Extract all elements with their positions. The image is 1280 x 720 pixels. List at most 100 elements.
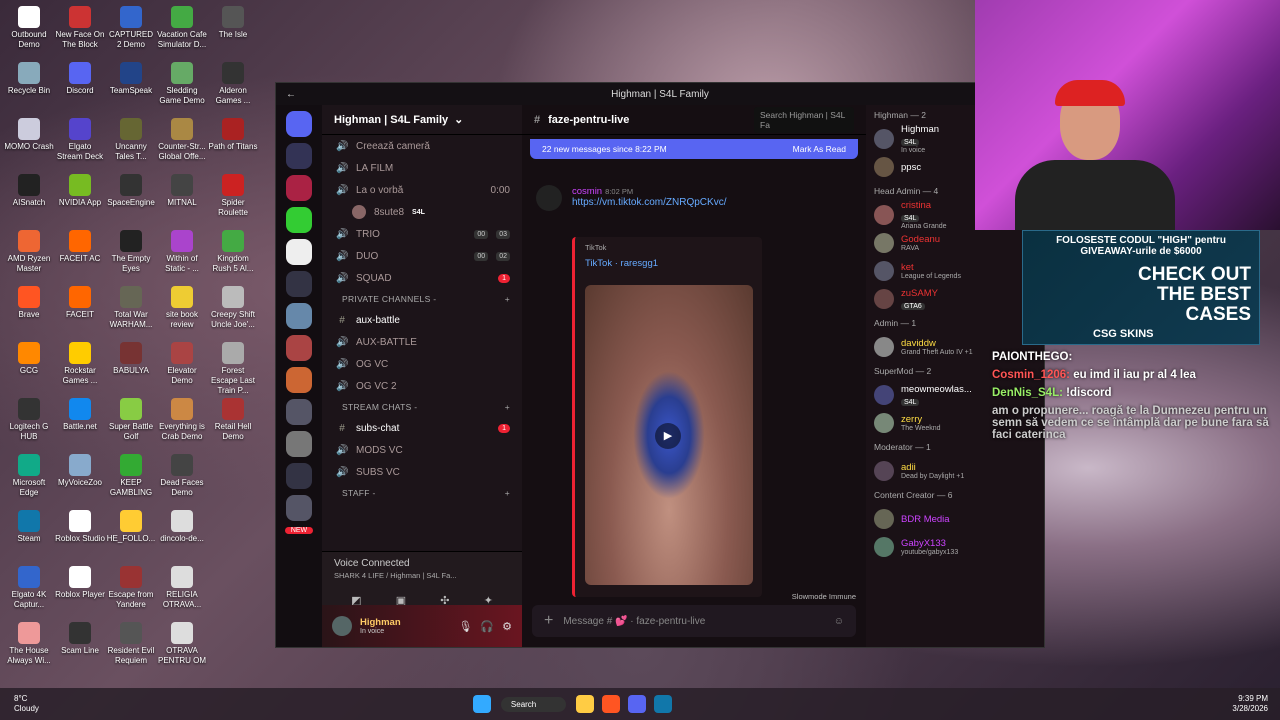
desktop-icon[interactable]: site book review: [157, 286, 207, 330]
server-icon[interactable]: [286, 239, 312, 265]
desktop-icon[interactable]: KEEP GAMBLING: [106, 454, 156, 498]
desktop-icon[interactable]: Rockstar Games ...: [55, 342, 105, 386]
member-item[interactable]: GabyX133 youtube/gabyx133: [866, 533, 1044, 561]
new-badge[interactable]: NEW: [285, 527, 313, 534]
avatar[interactable]: [536, 185, 562, 211]
steam-icon[interactable]: [654, 695, 673, 713]
desktop-icon[interactable]: Everything is Crab Demo: [157, 398, 207, 442]
desktop-icon[interactable]: New Face On The Block: [55, 6, 105, 50]
server-icon[interactable]: [286, 271, 312, 297]
server-icon[interactable]: [286, 143, 312, 169]
server-icon[interactable]: [286, 431, 312, 457]
desktop-icon[interactable]: Uncanny Tales T...: [106, 118, 156, 162]
desktop-icon[interactable]: Discord: [55, 62, 105, 96]
desktop-icon[interactable]: The Isle: [208, 6, 258, 40]
desktop-icon[interactable]: Steam: [4, 510, 54, 544]
desktop-icon[interactable]: Elevator Demo: [157, 342, 207, 386]
channel-item[interactable]: 🔊 SUBS VC: [322, 461, 522, 483]
desktop-icon[interactable]: Brave: [4, 286, 54, 320]
desktop-icon[interactable]: MOMO Crash: [4, 118, 54, 152]
server-icon[interactable]: [286, 399, 312, 425]
message-link[interactable]: https://vm.tiktok.com/ZNRQpCKvc/: [572, 197, 726, 208]
desktop-icon[interactable]: Counter-Str... Global Offe...: [157, 118, 207, 162]
message-author[interactable]: cosmin: [572, 186, 602, 197]
desktop-icon[interactable]: AISnatch: [4, 174, 54, 208]
brave-icon[interactable]: [602, 695, 621, 713]
channel-item[interactable]: # subs-chat 1: [322, 417, 522, 439]
desktop-icon[interactable]: NVIDIA App: [55, 174, 105, 208]
desktop-icon[interactable]: Sledding Game Demo: [157, 62, 207, 106]
desktop-icon[interactable]: Alderon Games ...: [208, 62, 258, 106]
desktop-icon[interactable]: Outbound Demo: [4, 6, 54, 50]
channel-item[interactable]: 🔊 TRIO 00 03: [322, 223, 522, 245]
desktop-icon[interactable]: CAPTURED 2 Demo: [106, 6, 156, 50]
category-header[interactable]: STAFF - +: [322, 483, 522, 503]
desktop-icon[interactable]: FACEIT AC: [55, 230, 105, 264]
play-icon[interactable]: ▶: [655, 423, 681, 449]
server-icon[interactable]: [286, 303, 312, 329]
desktop-icon[interactable]: Retail Hell Demo: [208, 398, 258, 442]
taskbar-search[interactable]: Search: [500, 696, 567, 712]
desktop-icon[interactable]: Super Battle Golf: [106, 398, 156, 442]
channel-item[interactable]: 🔊 La o vorbă 0:00: [322, 179, 522, 201]
desktop-icon[interactable]: FACEIT: [55, 286, 105, 320]
server-icon[interactable]: [286, 367, 312, 393]
channel-item[interactable]: 🔊 MODS VC: [322, 439, 522, 461]
category-header[interactable]: STREAM CHATS - +: [322, 397, 522, 417]
desktop-icon[interactable]: HE_FOLLO...: [106, 510, 156, 544]
server-header[interactable]: Highman | S4L Family ⌄: [322, 105, 522, 135]
member-item[interactable]: BDR Media: [866, 505, 1044, 533]
channel-item[interactable]: 🔊 SQUAD 1: [322, 267, 522, 289]
message-composer[interactable]: + Message # 💕 · faze-pentru-live ☺: [532, 605, 856, 637]
video-thumbnail[interactable]: ▶: [585, 285, 753, 585]
member-item[interactable]: Godeanu RAVA: [866, 229, 1044, 257]
start-icon[interactable]: [472, 695, 491, 713]
desktop-icon[interactable]: AMD Ryzen Master: [4, 230, 54, 274]
desktop-icon[interactable]: OTRAVA PENTRU OM: [157, 622, 207, 666]
member-item[interactable]: adii Dead by Daylight +1: [866, 457, 1044, 485]
desktop-icon[interactable]: Vacation Cafe Simulator D...: [157, 6, 207, 50]
desktop-icon[interactable]: Battle.net: [55, 398, 105, 432]
category-header[interactable]: PRIVATE CHANNELS - +: [322, 289, 522, 309]
explorer-icon[interactable]: [576, 695, 595, 713]
desktop-icon[interactable]: Resident Evil Requiem: [106, 622, 156, 666]
discord-icon[interactable]: [628, 695, 647, 713]
message-input[interactable]: Message # 💕 · faze-pentru-live: [563, 616, 705, 627]
desktop-icon[interactable]: RELIGIA OTRAVA...: [157, 566, 207, 610]
desktop-icon[interactable]: Path of Titans: [208, 118, 258, 152]
channel-item[interactable]: 🔊 AUX-BATTLE: [322, 331, 522, 353]
add-channel-icon[interactable]: +: [505, 294, 510, 304]
desktop-icon[interactable]: MyVoiceZoo: [55, 454, 105, 488]
member-item[interactable]: zuSAMY GTA6: [866, 285, 1044, 313]
search-input[interactable]: Search Highman | S4L Fa: [754, 106, 854, 133]
desktop-icon[interactable]: Roblox Player: [55, 566, 105, 600]
embed-title[interactable]: TikTok · raresgg1: [585, 258, 752, 269]
channel-item[interactable]: 🔊 LA FILM: [322, 157, 522, 179]
server-icon[interactable]: [286, 335, 312, 361]
desktop-icon[interactable]: MITNAL: [157, 174, 207, 208]
server-icon[interactable]: [286, 495, 312, 521]
desktop-icon[interactable]: Within of Static - ...: [157, 230, 207, 274]
desktop-icon[interactable]: BABULYA: [106, 342, 156, 376]
emoji-icon[interactable]: ☺: [834, 616, 844, 627]
desktop-icon[interactable]: Kingdom Rush 5 Al...: [208, 230, 258, 274]
desktop-icon[interactable]: Forest Escape Last Train P...: [208, 342, 258, 396]
desktop-icon[interactable]: Escape from Yandere: [106, 566, 156, 610]
channel-item[interactable]: 🔊 OG VC: [322, 353, 522, 375]
desktop-icon[interactable]: Roblox Studio: [55, 510, 105, 544]
desktop-icon[interactable]: Spider Roulette: [208, 174, 258, 218]
desktop-icon[interactable]: Total War WARHAM...: [106, 286, 156, 330]
desktop-icon[interactable]: Recycle Bin: [4, 62, 54, 96]
server-icon[interactable]: [286, 463, 312, 489]
desktop-icon[interactable]: Logitech G HUB: [4, 398, 54, 442]
headphones-icon[interactable]: 🎧: [480, 620, 494, 633]
channel-item[interactable]: 🔊 DUO 00 02: [322, 245, 522, 267]
desktop-icon[interactable]: Elgato 4K Captur...: [4, 566, 54, 610]
desktop-icon[interactable]: Elgato Stream Deck: [55, 118, 105, 162]
new-messages-bar[interactable]: 22 new messages since 8:22 PM Mark As Rea…: [530, 139, 858, 159]
channel-item[interactable]: 🔊 OG VC 2: [322, 375, 522, 397]
desktop-icon[interactable]: TeamSpeak: [106, 62, 156, 96]
desktop-icon[interactable]: The Empty Eyes: [106, 230, 156, 274]
add-channel-icon[interactable]: +: [505, 402, 510, 412]
member-item[interactable]: ket League of Legends: [866, 257, 1044, 285]
